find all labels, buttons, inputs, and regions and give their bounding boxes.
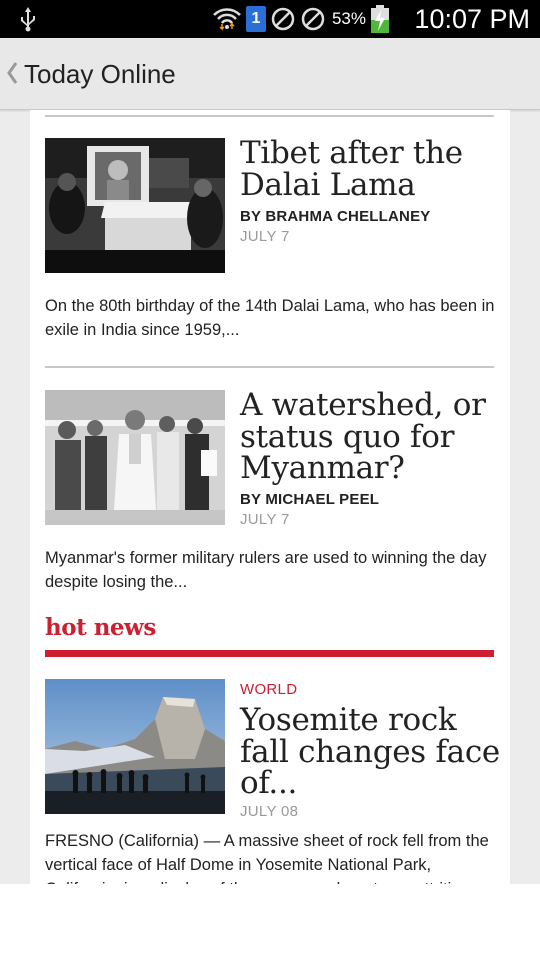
blocked-icon	[301, 7, 325, 31]
app-title[interactable]: Today Online	[24, 56, 176, 92]
article-card[interactable]: A watershed, or status quo for Myanmar? …	[45, 389, 494, 600]
article-card[interactable]: WORLD Yosemite rock fall changes face of…	[45, 679, 500, 884]
divider	[45, 115, 494, 117]
divider	[45, 366, 494, 368]
article-headline[interactable]: Tibet after the Dalai Lama	[240, 137, 500, 201]
section-title-hot-news: hot news	[45, 614, 156, 641]
article-card[interactable]: Tibet after the Dalai Lama BY BRAHMA CHE…	[45, 137, 494, 348]
article-byline: BY MICHAEL PEEL	[240, 491, 380, 508]
usb-icon	[21, 7, 35, 32]
article-thumbnail[interactable]	[45, 138, 225, 273]
article-category[interactable]: WORLD	[240, 681, 297, 698]
article-headline[interactable]: Yosemite rock fall changes face of...	[240, 704, 500, 800]
system-icons: 1 53%	[212, 5, 390, 33]
article-summary: FRESNO (California) — A massive sheet of…	[45, 832, 489, 884]
battery-percent: 53%	[331, 9, 366, 28]
article-date: JULY 7	[240, 511, 290, 528]
section-accent-bar	[45, 650, 494, 657]
wifi-icon	[213, 8, 241, 31]
article-date: JULY 08	[240, 803, 299, 820]
action-bar: Today Online	[0, 38, 540, 110]
chevron-left-icon[interactable]	[5, 60, 19, 86]
article-thumbnail[interactable]	[45, 679, 225, 814]
article-date: JULY 7	[240, 228, 290, 245]
sim-icon: 1	[245, 6, 266, 32]
article-summary: On the 80th birthday of the 14th Dalai L…	[45, 297, 495, 339]
article-headline[interactable]: A watershed, or status quo for Myanmar?	[240, 389, 500, 485]
article-summary: Myanmar's former military rulers are use…	[45, 549, 487, 591]
battery-charging-icon	[371, 5, 389, 33]
article-thumbnail[interactable]	[45, 390, 225, 525]
clock: 10:07 PM	[414, 4, 530, 34]
blocked-icon	[271, 7, 295, 31]
article-byline: BY BRAHMA CHELLANEY	[240, 208, 431, 225]
sim-badge: 1	[251, 10, 261, 27]
article-list: Tibet after the Dalai Lama BY BRAHMA CHE…	[30, 110, 510, 884]
status-bar: 1 53% 10:07 PM	[0, 0, 540, 38]
bottom-area	[0, 884, 540, 960]
